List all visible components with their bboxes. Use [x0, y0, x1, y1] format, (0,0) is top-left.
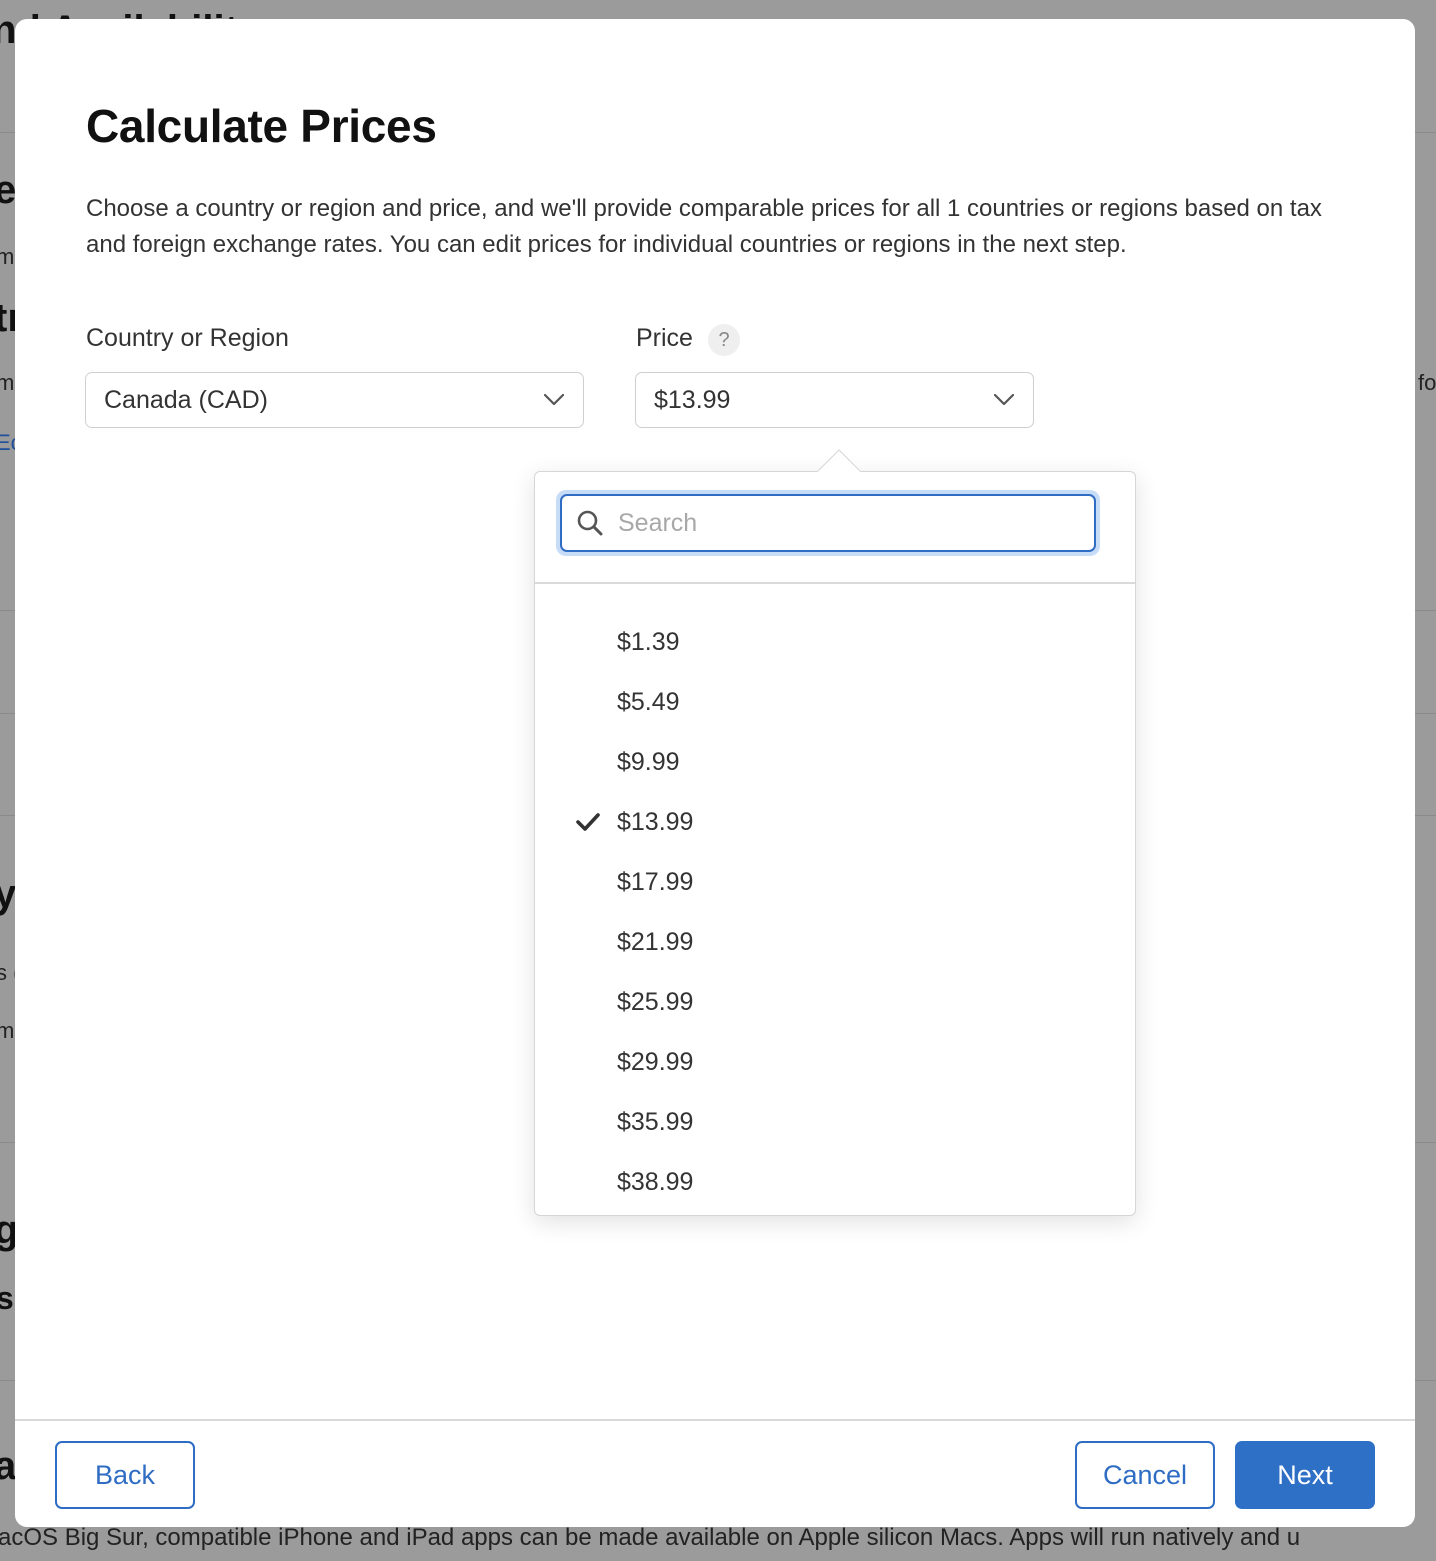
price-option[interactable]: $5.49 [535, 672, 1135, 732]
price-option[interactable]: $35.99 [535, 1092, 1135, 1152]
bg-footer-text: acOS Big Sur, compatible iPhone and iPad… [0, 1524, 1301, 1551]
chevron-down-icon [993, 393, 1015, 406]
country-value: Canada (CAD) [104, 385, 268, 414]
price-option-label: $1.39 [617, 627, 680, 656]
bg-fragment: s [0, 1280, 14, 1316]
price-option-label: $35.99 [617, 1107, 694, 1136]
bg-fragment: m [0, 1018, 15, 1043]
price-label: Price [636, 324, 693, 352]
chevron-down-icon [543, 393, 565, 406]
cancel-button[interactable]: Cancel [1075, 1441, 1215, 1509]
price-option[interactable]: $38.99 [535, 1152, 1135, 1212]
search-box[interactable] [560, 494, 1096, 552]
calculate-prices-dialog: Calculate Prices Choose a country or reg… [15, 19, 1415, 1527]
search-input[interactable] [616, 507, 1080, 539]
bg-fragment: fo [1418, 370, 1436, 395]
country-label: Country or Region [86, 324, 289, 352]
country-select[interactable]: Canada (CAD) [85, 372, 584, 428]
dialog-title: Calculate Prices [86, 100, 437, 152]
search-focus-ring [556, 490, 1100, 556]
bg-fragment: e [0, 168, 17, 212]
price-option[interactable]: $1.39 [535, 612, 1135, 672]
price-option-label: $5.49 [617, 687, 680, 716]
price-option[interactable]: $13.99 [535, 792, 1135, 852]
price-option-label: $21.99 [617, 927, 694, 956]
price-option[interactable]: $9.99 [535, 732, 1135, 792]
price-dropdown: $1.39 $5.49 $9.99 $13.99 $17.99 $21.99 $25.99 $… [534, 471, 1136, 1216]
price-option[interactable]: $17.99 [535, 852, 1135, 912]
price-select[interactable]: $13.99 [635, 372, 1034, 428]
price-option-label: $17.99 [617, 867, 694, 896]
next-button[interactable]: Next [1235, 1441, 1375, 1509]
bg-fragment: m [0, 244, 15, 269]
price-option-label: $29.99 [617, 1047, 694, 1076]
price-option-label: $13.99 [617, 807, 694, 836]
price-option-label: $38.99 [617, 1167, 694, 1196]
bg-fragment: y [0, 872, 17, 916]
price-options-list: $1.39 $5.49 $9.99 $13.99 $17.99 $21.99 $25.99 $… [535, 612, 1135, 1212]
popover-caret [808, 444, 868, 472]
price-option-label: $25.99 [617, 987, 694, 1016]
price-option-label: $9.99 [617, 747, 680, 776]
checkmark-icon [576, 813, 600, 831]
search-icon [577, 510, 603, 536]
price-option[interactable]: $21.99 [535, 912, 1135, 972]
dialog-description: Choose a country or region and price, an… [86, 195, 1322, 258]
price-value: $13.99 [654, 385, 731, 414]
footer-divider [15, 1419, 1415, 1421]
price-option[interactable]: $29.99 [535, 1032, 1135, 1092]
bg-fragment: m [0, 370, 15, 395]
price-option[interactable]: $25.99 [535, 972, 1135, 1032]
help-icon[interactable]: ? [708, 324, 740, 356]
dropdown-divider [535, 582, 1135, 584]
back-button[interactable]: Back [55, 1441, 195, 1509]
